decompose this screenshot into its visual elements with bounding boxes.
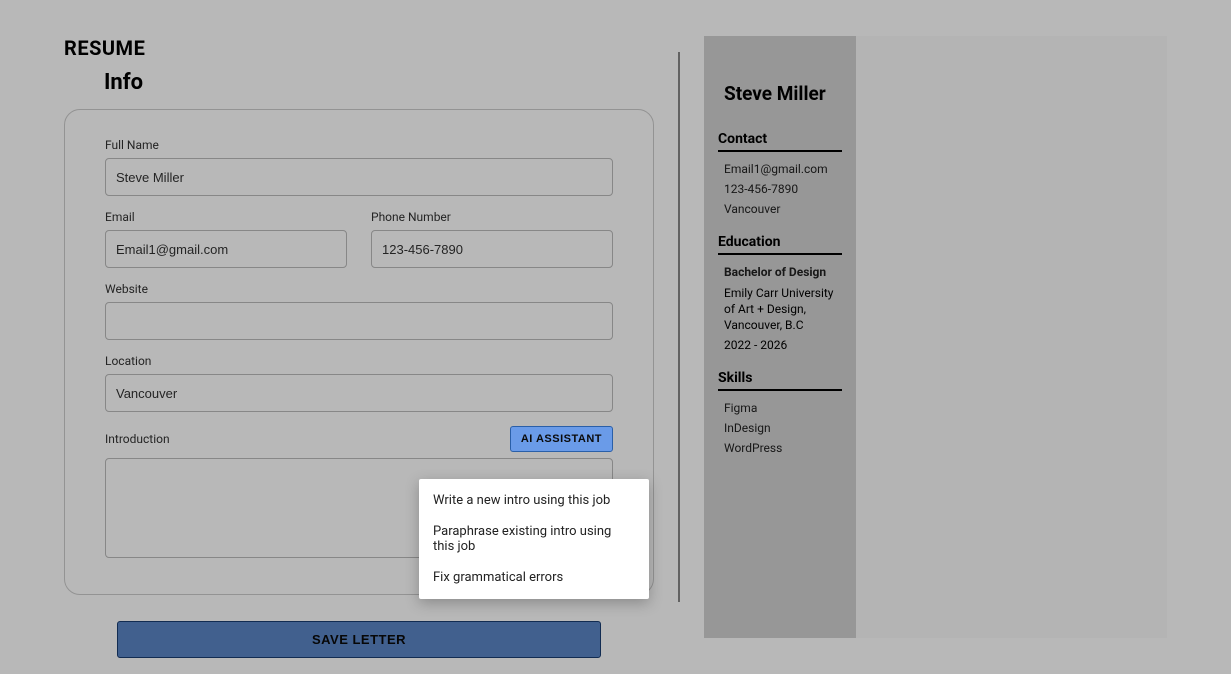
resume-preview: Steve Miller Contact Email1@gmail.com 12…: [704, 36, 1167, 638]
preview-contact-location: Vancouver: [718, 202, 842, 216]
ai-menu-item-write-new[interactable]: Write a new intro using this job: [419, 485, 649, 516]
location-input[interactable]: [105, 374, 613, 412]
phone-label: Phone Number: [371, 210, 613, 224]
preview-education-school: Emily Carr University of Art + Design, V…: [718, 285, 842, 334]
preview-contact-email: Email1@gmail.com: [718, 162, 842, 176]
preview-name: Steve Miller: [724, 82, 842, 105]
full-name-label: Full Name: [105, 138, 613, 152]
ai-assistant-dropdown: Write a new intro using this job Paraphr…: [419, 479, 649, 599]
vertical-divider: [678, 52, 680, 602]
preview-skill-item: WordPress: [718, 441, 842, 455]
ai-menu-item-paraphrase[interactable]: Paraphrase existing intro using this job: [419, 516, 649, 562]
resume-preview-sidebar: Steve Miller Contact Email1@gmail.com 12…: [704, 36, 856, 638]
preview-education-heading: Education: [718, 234, 842, 255]
location-label: Location: [105, 354, 613, 368]
page-title: RESUME: [64, 36, 654, 60]
preview-skill-item: Figma: [718, 401, 842, 415]
save-letter-button[interactable]: SAVE LETTER: [117, 621, 601, 658]
email-label: Email: [105, 210, 347, 224]
email-input[interactable]: [105, 230, 347, 268]
website-label: Website: [105, 282, 613, 296]
preview-skill-item: InDesign: [718, 421, 842, 435]
preview-skills-heading: Skills: [718, 370, 842, 391]
preview-contact-heading: Contact: [718, 131, 842, 152]
ai-menu-item-fix-grammar[interactable]: Fix grammatical errors: [419, 562, 649, 593]
ai-assistant-button[interactable]: AI ASSISTANT: [510, 426, 613, 452]
preview-contact-phone: 123-456-7890: [718, 182, 842, 196]
introduction-label: Introduction: [105, 432, 170, 446]
phone-input[interactable]: [371, 230, 613, 268]
section-title-info: Info: [104, 70, 654, 95]
preview-education-degree: Bachelor of Design: [718, 265, 842, 279]
full-name-input[interactable]: [105, 158, 613, 196]
website-input[interactable]: [105, 302, 613, 340]
preview-education-years: 2022 - 2026: [718, 338, 842, 352]
